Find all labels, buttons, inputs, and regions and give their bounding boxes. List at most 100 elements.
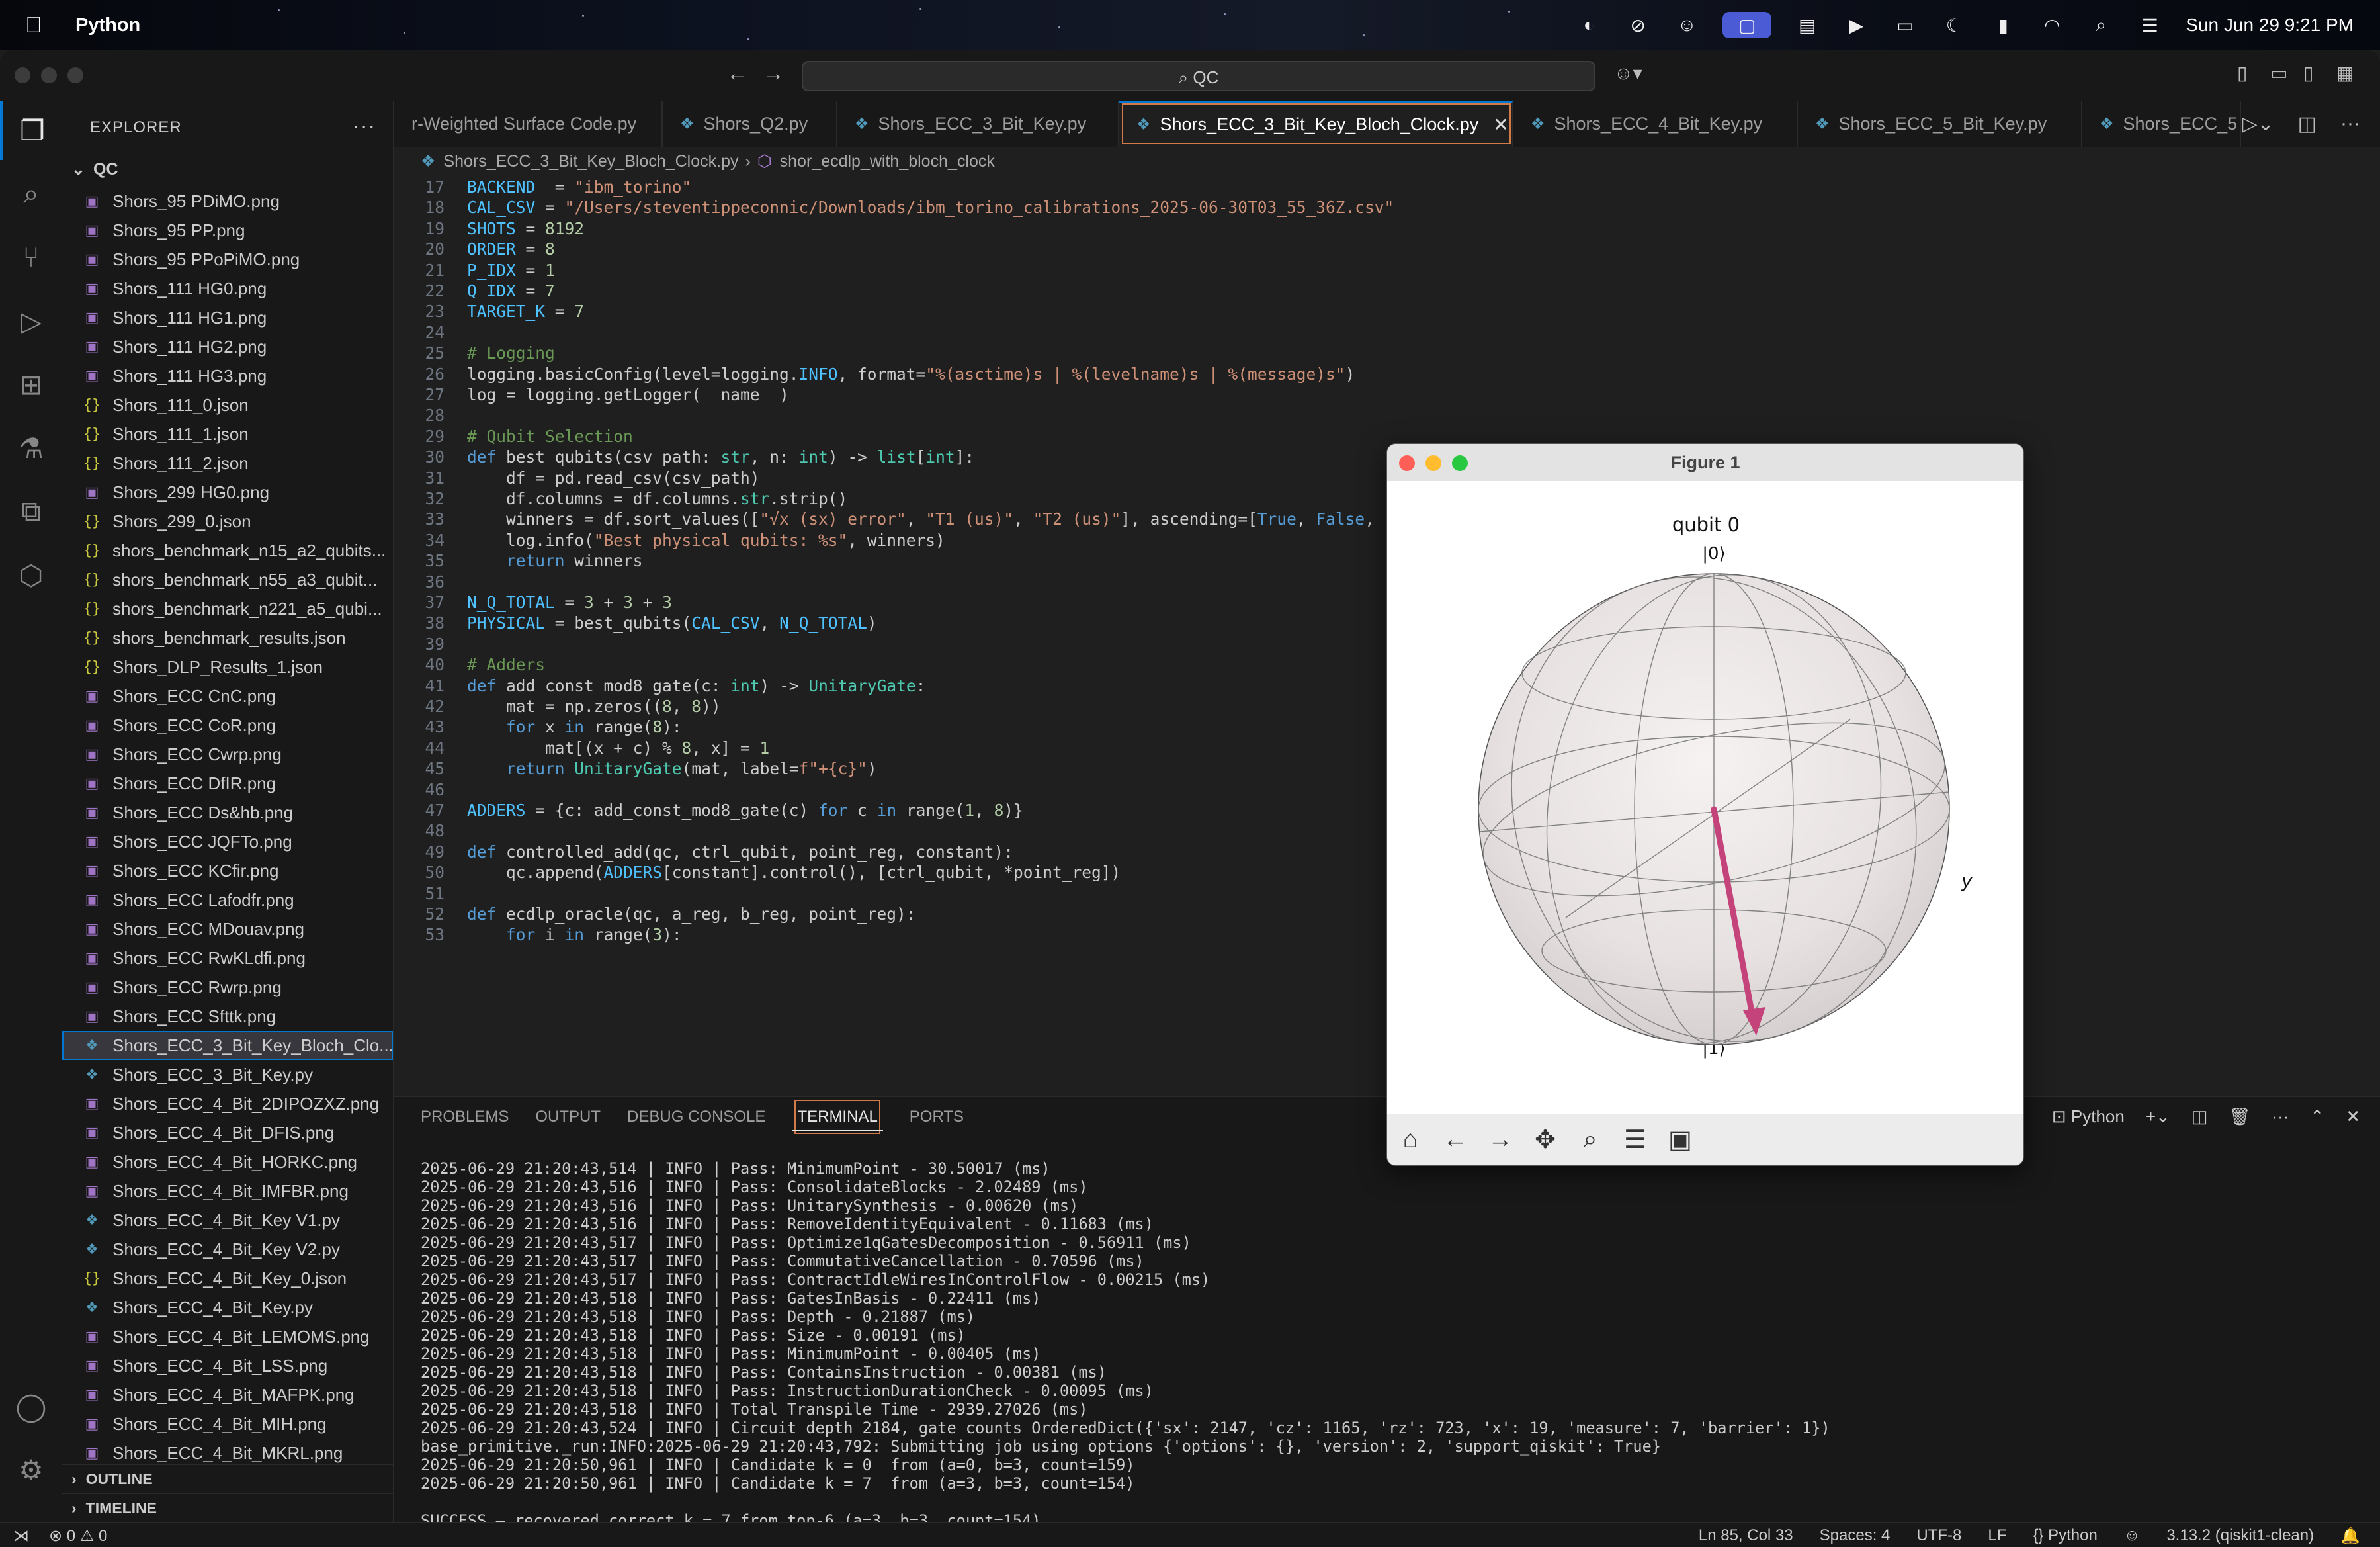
file-item[interactable]: ▣ Shors_ECC_4_Bit_MAFPK.png <box>62 1380 393 1409</box>
close-window-button[interactable] <box>15 67 30 83</box>
file-item[interactable]: ▣ Shors_ECC KCfir.png <box>62 856 393 885</box>
tab-terminal[interactable]: TERMINAL <box>792 1097 884 1137</box>
containers-icon[interactable]: ⬡ <box>0 545 62 605</box>
file-item[interactable]: ▣ Shors_ECC_4_Bit_IMFBR.png <box>62 1176 393 1206</box>
close-panel-icon[interactable]: ✕ <box>2346 1106 2360 1127</box>
manage-gear-icon[interactable]: ⚙ <box>0 1440 62 1499</box>
focus-moon-icon[interactable]: ☾ <box>1941 12 1967 38</box>
split-terminal-icon[interactable]: ◫ <box>2191 1106 2208 1127</box>
file-item[interactable]: ❖ Shors_ECC_4_Bit_Key V2.py <box>62 1235 393 1264</box>
file-item[interactable]: {} Shors_299_0.json <box>62 507 393 536</box>
app-menu-name[interactable]: Python <box>75 15 140 36</box>
editor-more-actions-icon[interactable]: ··· <box>2340 112 2360 136</box>
toggle-secondary-sidebar-icon[interactable]: ▯ <box>2303 62 2313 84</box>
tab-surface-code[interactable]: r-Weighted Surface Code.py <box>394 101 663 147</box>
matplotlib-figure-window[interactable]: Figure 1 qubit 0 |0⟩ |1⟩ x y <box>1386 443 2024 1166</box>
home-icon[interactable]: ⌂ <box>1395 1124 1425 1155</box>
new-terminal-plus-icon[interactable]: +⌄ <box>2146 1106 2170 1127</box>
file-item[interactable]: ▣ Shors_111 HG3.png <box>62 361 393 390</box>
close-tab-icon[interactable]: ✕ <box>1493 114 1508 136</box>
menubar-clock[interactable]: Sun Jun 29 9:21 PM <box>2186 15 2354 36</box>
python-interpreter[interactable]: 3.13.2 (qiskit1-clean) <box>2166 1526 2314 1545</box>
file-item[interactable]: ▣ Shors_ECC_4_Bit_HORKC.png <box>62 1147 393 1176</box>
cursor-position[interactable]: Ln 85, Col 33 <box>1699 1526 1793 1545</box>
tab-ecc-5-bit-key[interactable]: ❖ Shors_ECC_5_Bit_Key.py <box>1798 101 2082 147</box>
file-item[interactable]: ▣ Shors_ECC_4_Bit_MIH.png <box>62 1409 393 1438</box>
file-item[interactable]: ❖ Shors_ECC_4_Bit_Key.py <box>62 1293 393 1322</box>
tab-ecc-3-bit-key-bloch-clock[interactable]: ❖ Shors_ECC_3_Bit_Key_Bloch_Clock.py ✕ <box>1119 101 1513 147</box>
file-item[interactable]: ▣ Shors_299 HG0.png <box>62 478 393 507</box>
apple-menu-icon[interactable]:  <box>25 13 52 38</box>
tab-shors-q2[interactable]: ❖ Shors_Q2.py <box>663 101 837 147</box>
file-item[interactable]: ▣ Shors_95 PP.png <box>62 216 393 245</box>
tab-ecc-5-overflow[interactable]: ❖ Shors_ECC_5 <box>2082 101 2241 147</box>
eol-status[interactable]: LF <box>1988 1526 2006 1545</box>
file-item[interactable]: ▣ Shors_ECC_4_Bit_DFIS.png <box>62 1118 393 1147</box>
testing-flask-icon[interactable]: ⚗ <box>0 418 62 478</box>
explorer-icon[interactable]: ❐ <box>0 101 62 160</box>
file-item[interactable]: {} Shors_111_2.json <box>62 449 393 478</box>
status-app-icon-1[interactable]: ◐ <box>1576 12 1602 38</box>
bloch-sphere-canvas[interactable]: qubit 0 |0⟩ |1⟩ x y <box>1387 481 2023 1114</box>
status-app-icon-4[interactable]: ▤ <box>1794 12 1820 38</box>
file-item[interactable]: ▣ Shors_ECC RwKLdfi.png <box>62 944 393 973</box>
battery-icon[interactable]: ▮ <box>1990 12 2016 38</box>
file-item[interactable]: ❖ Shors_ECC_4_Bit_Key V1.py <box>62 1206 393 1235</box>
customize-layout-icon[interactable]: ▦ <box>2336 62 2354 84</box>
file-item[interactable]: ▣ Shors_ECC Rwrp.png <box>62 973 393 1002</box>
breadcrumb-symbol[interactable]: shor_ecdlp_with_bloch_clock <box>780 152 995 171</box>
file-item[interactable]: ▣ Shors_ECC_4_Bit_LEMOMS.png <box>62 1322 393 1351</box>
toggle-primary-sidebar-icon[interactable]: ▯ <box>2237 62 2247 84</box>
copilot-icon[interactable]: ☺▾ <box>1614 62 1642 84</box>
file-item[interactable]: ▣ Shors_ECC JQFTo.png <box>62 827 393 856</box>
tab-ports[interactable]: PORTS <box>910 1097 964 1137</box>
file-item[interactable]: ▣ Shors_ECC_4_Bit_2DIPOZXZ.png <box>62 1089 393 1118</box>
outline-section[interactable]: › OUTLINE <box>62 1464 393 1493</box>
timeline-section[interactable]: › TIMELINE <box>62 1493 393 1522</box>
pan-move-icon[interactable]: ✥ <box>1530 1124 1560 1155</box>
breadcrumb-file[interactable]: Shors_ECC_3_Bit_Key_Bloch_Clock.py <box>443 152 738 171</box>
file-item[interactable]: {} shors_benchmark_n55_a3_qubit... <box>62 565 393 594</box>
file-item[interactable]: ▣ Shors_ECC_4_Bit_LSS.png <box>62 1351 393 1380</box>
run-python-file-icon[interactable]: ▷⌄ <box>2242 112 2274 136</box>
zoom-magnifier-icon[interactable]: ⌕ <box>1575 1124 1605 1155</box>
file-item[interactable]: {} shors_benchmark_results.json <box>62 623 393 652</box>
toggle-panel-icon[interactable]: ▭ <box>2270 62 2287 84</box>
more-actions-icon[interactable]: ··· <box>353 114 376 138</box>
zoom-window-button[interactable] <box>67 67 83 83</box>
tab-ecc-4-bit-key[interactable]: ❖ Shors_ECC_4_Bit_Key.py <box>1513 101 1798 147</box>
file-item[interactable]: ❖ Shors_ECC_3_Bit_Key_Bloch_Clo... <box>62 1031 393 1060</box>
tab-ecc-3-bit-key[interactable]: ❖ Shors_ECC_3_Bit_Key.py <box>837 101 1119 147</box>
screen-share-icon[interactable]: ▢ <box>1722 12 1772 38</box>
encoding-status[interactable]: UTF-8 <box>1916 1526 1961 1545</box>
figure-title-bar[interactable]: Figure 1 <box>1387 444 2023 482</box>
file-item[interactable]: ▣ Shors_111 HG0.png <box>62 274 393 303</box>
configure-subplots-icon[interactable]: ☰ <box>1620 1124 1650 1155</box>
save-figure-icon[interactable]: ▣ <box>1665 1124 1695 1155</box>
file-item[interactable]: ▣ Shors_ECC Ds&hb.png <box>62 798 393 827</box>
minimize-window-button[interactable] <box>41 67 57 83</box>
file-item[interactable]: ▣ Shors_ECC CnC.png <box>62 682 393 711</box>
back-arrow-icon[interactable]: ← <box>1440 1124 1470 1155</box>
file-item[interactable]: {} shors_benchmark_n221_a5_qubi... <box>62 594 393 623</box>
language-mode[interactable]: {} Python <box>2033 1526 2097 1545</box>
notifications-bell-icon[interactable]: 🔔 <box>2340 1526 2360 1546</box>
status-app-icon-3[interactable]: ☺ <box>1674 12 1700 38</box>
file-item[interactable]: ▣ Shors_ECC DfIR.png <box>62 769 393 798</box>
file-item[interactable]: ▣ Shors_ECC Lafodfr.png <box>62 885 393 914</box>
file-item[interactable]: ❖ Shors_ECC_3_Bit_Key.py <box>62 1060 393 1089</box>
file-item[interactable]: {} Shors_111_0.json <box>62 390 393 420</box>
file-item[interactable]: ▣ Shors_95 PDiMO.png <box>62 187 393 216</box>
indentation-status[interactable]: Spaces: 4 <box>1820 1526 1891 1545</box>
file-item[interactable]: ▣ Shors_ECC Cwrp.png <box>62 740 393 769</box>
terminal-output[interactable]: 2025-06-29 21:20:43,514 | INFO | Pass: M… <box>421 1159 2339 1547</box>
terminal-selector[interactable]: ⊡ Python <box>2052 1106 2125 1127</box>
tab-problems[interactable]: PROBLEMS <box>421 1097 509 1137</box>
copilot-status-icon[interactable]: ☺ <box>2124 1526 2141 1545</box>
tab-debug-console[interactable]: DEBUG CONSOLE <box>627 1097 765 1137</box>
panel-more-icon[interactable]: ··· <box>2272 1106 2289 1127</box>
spotlight-search-icon[interactable]: ⌕ <box>2088 12 2114 38</box>
command-center-search[interactable]: ⌕ QC <box>802 61 1595 91</box>
figure-zoom-button[interactable] <box>1452 455 1468 471</box>
file-item[interactable]: {} Shors_DLP_Results_1.json <box>62 652 393 682</box>
